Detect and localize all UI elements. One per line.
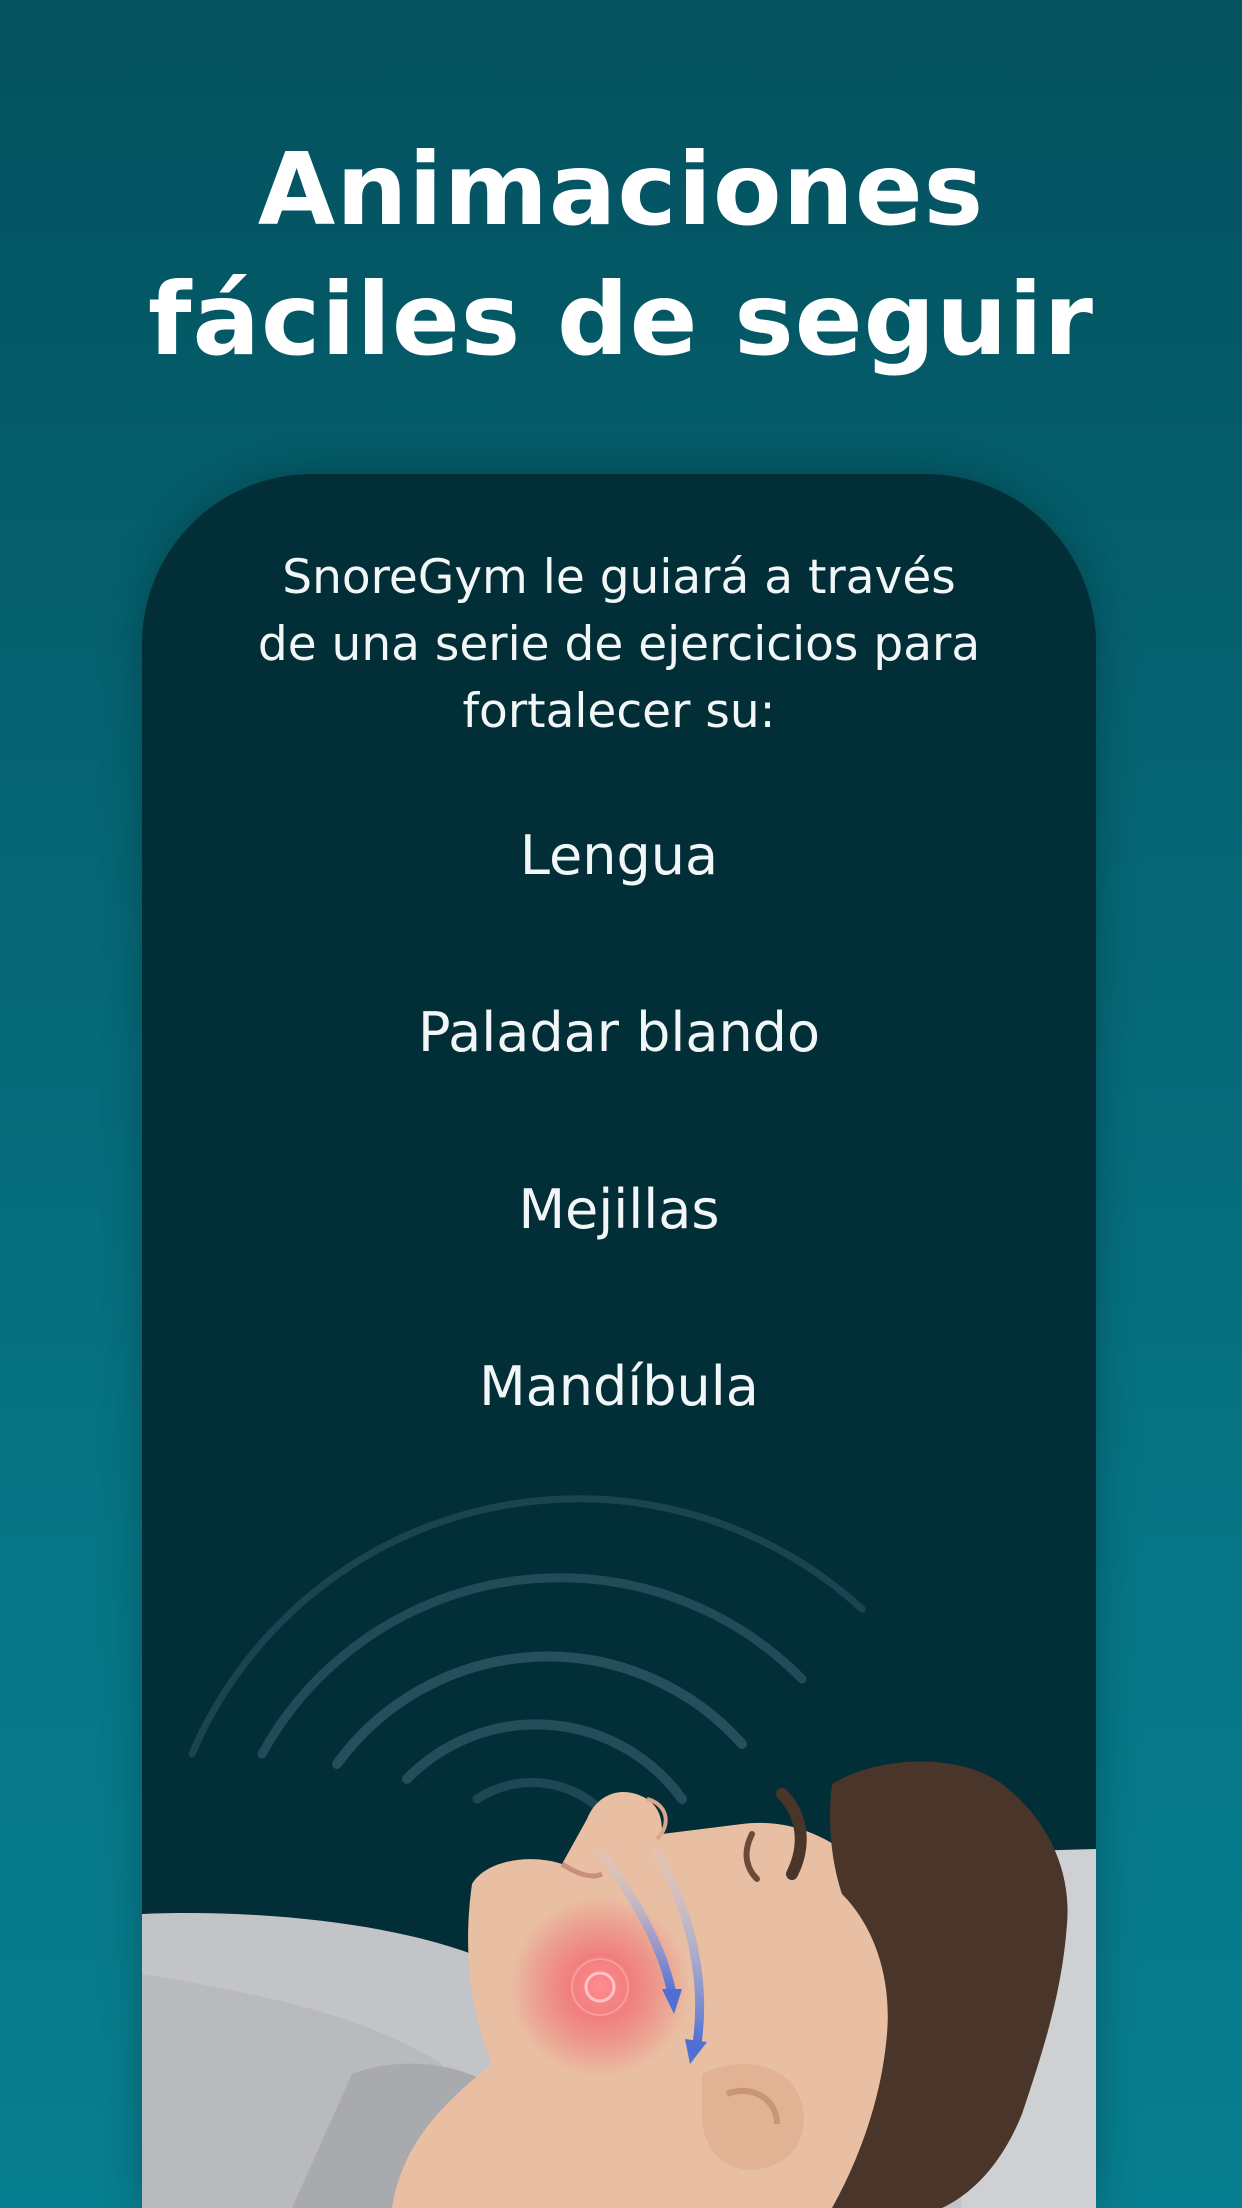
muscle-item-mejillas: Mejillas <box>518 1178 720 1241</box>
muscle-item-paladar-blando: Paladar blando <box>418 1001 820 1064</box>
muscle-item-lengua: Lengua <box>519 824 719 887</box>
headline-line-1: Animaciones <box>257 131 985 248</box>
phone-card: SnoreGym le guiará a través de una serie… <box>142 474 1096 2208</box>
intro-line-1: SnoreGym le guiará a través <box>282 550 956 605</box>
intro-line-2: de una serie de ejercicios para <box>257 617 981 672</box>
intro-line-3: fortalecer su: <box>462 684 776 739</box>
sound-waves-icon <box>188 1495 866 1844</box>
throat-highlight <box>510 1897 690 2077</box>
muscle-item-mandibula: Mandíbula <box>479 1355 759 1418</box>
sleeping-man-illustration <box>142 1495 1096 2208</box>
intro-text: SnoreGym le guiará a través de una serie… <box>212 544 1026 745</box>
headline-line-2: fáciles de seguir <box>148 261 1094 378</box>
page-headline: Animaciones fáciles de seguir <box>0 125 1242 385</box>
